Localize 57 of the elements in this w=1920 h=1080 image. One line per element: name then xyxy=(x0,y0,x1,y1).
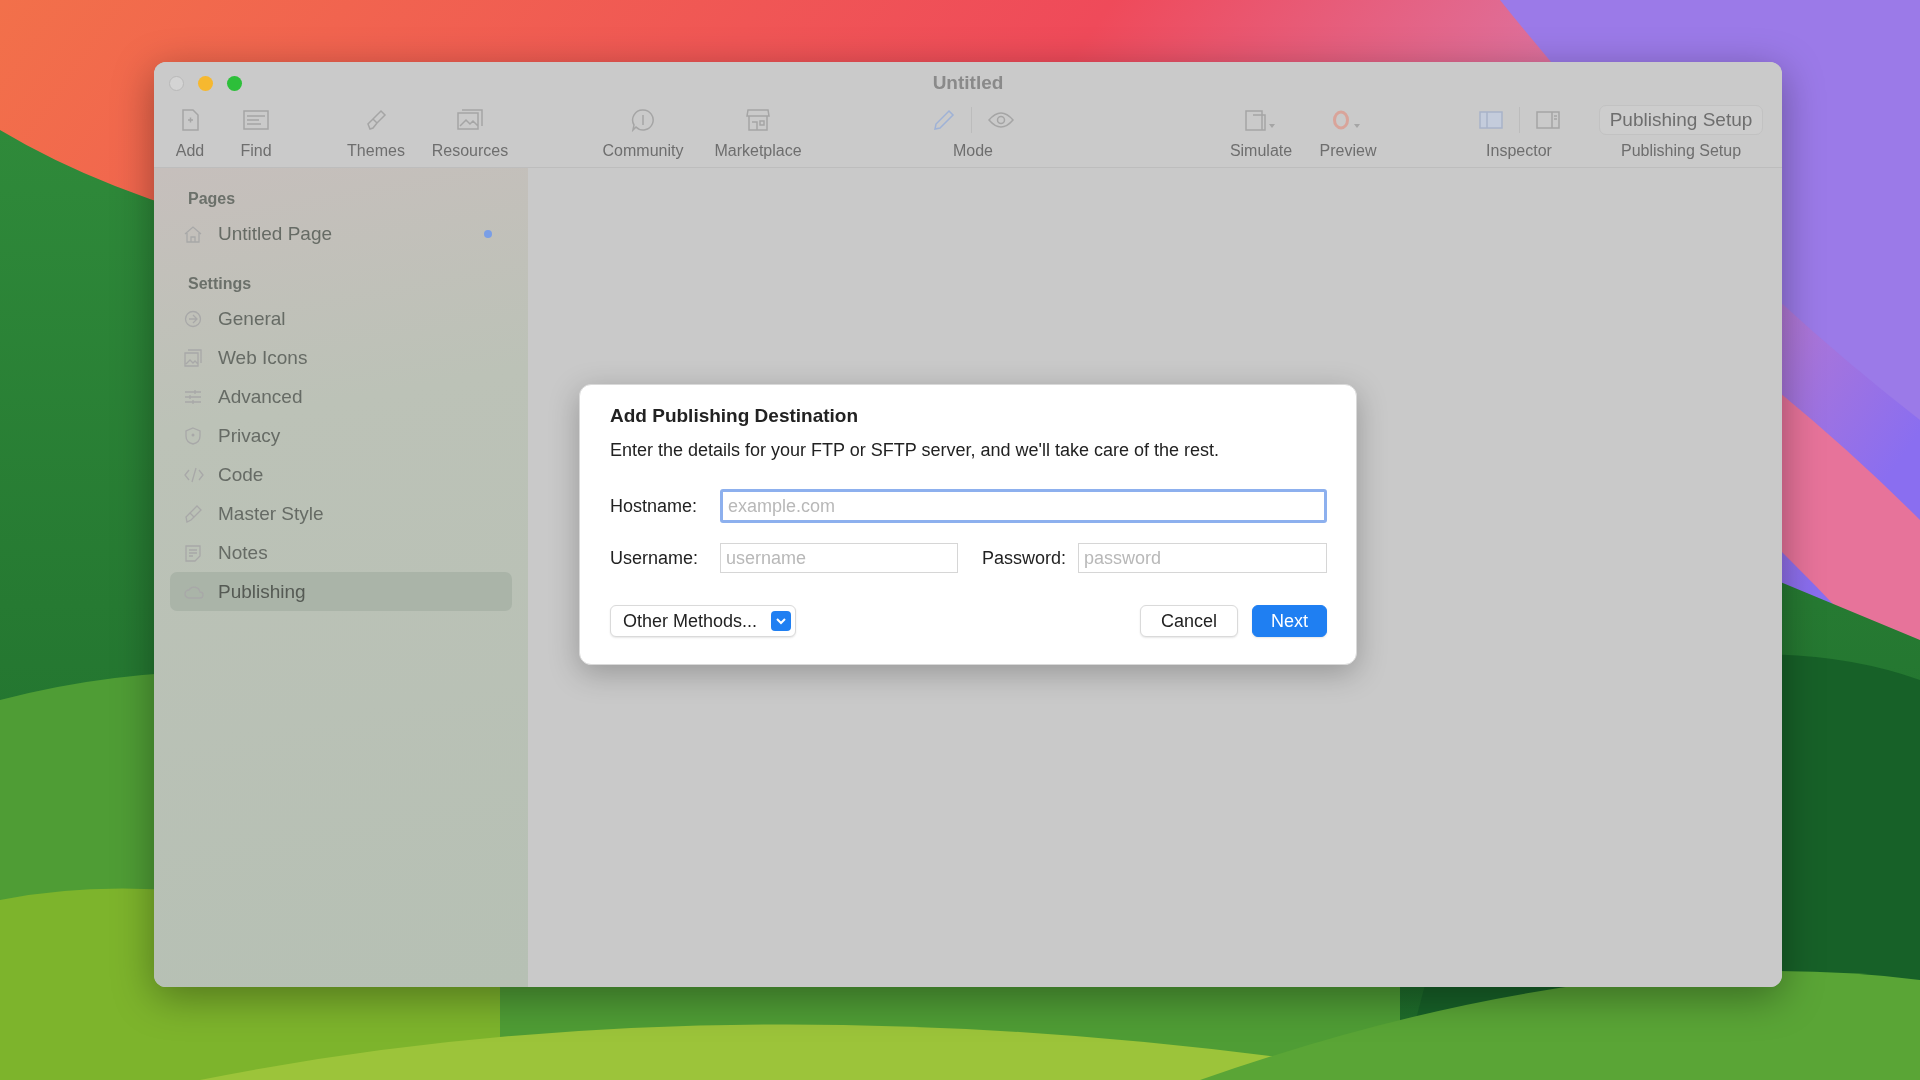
toolbar-label: Themes xyxy=(347,142,405,160)
shield-icon xyxy=(184,426,202,445)
pencil-icon[interactable] xyxy=(932,109,955,131)
image-icon[interactable] xyxy=(457,109,483,131)
toolbar-label: Find xyxy=(240,142,272,160)
sidebar-item[interactable]: Notes xyxy=(170,533,512,572)
chevron-icon xyxy=(771,611,792,631)
find-icon[interactable] xyxy=(243,110,269,130)
left-panel-icon[interactable] xyxy=(1478,111,1503,129)
zoom-button[interactable] xyxy=(227,76,242,91)
store-icon[interactable] xyxy=(746,109,770,131)
dialog-title: Add Publishing Destination xyxy=(610,405,860,427)
field-label: Hostname: xyxy=(610,495,699,517)
toolbar-label: Community xyxy=(602,142,684,160)
next-button[interactable]: Next xyxy=(1252,605,1327,637)
toolbar-label: Resources xyxy=(431,142,509,160)
field-label: Password: xyxy=(982,547,1067,569)
sidebar-item[interactable]: Publishing xyxy=(170,572,512,611)
brush-icon xyxy=(184,504,202,523)
field-label: Username: xyxy=(610,547,700,569)
toolbar-label: Mode xyxy=(953,142,993,160)
note-icon xyxy=(184,543,202,562)
sidebar-item[interactable]: Privacy xyxy=(170,416,512,455)
cancel-button[interactable]: Cancel xyxy=(1139,605,1238,637)
toolbar-label: Marketplace xyxy=(714,142,802,160)
hostname-field[interactable]: example.com xyxy=(720,489,1327,523)
toolbar-label: Inspector xyxy=(1486,142,1552,160)
close-button[interactable] xyxy=(169,76,184,91)
sidebar-item[interactable]: Advanced xyxy=(170,377,512,416)
eye-icon[interactable] xyxy=(987,111,1014,129)
sidebar-item[interactable]: Web Icons xyxy=(170,338,512,377)
add-page-icon[interactable] xyxy=(181,109,199,131)
username-field[interactable]: username xyxy=(720,543,958,573)
brush-icon[interactable] xyxy=(365,109,387,131)
right-panel-icon[interactable] xyxy=(1535,111,1560,129)
dialog-message: Enter the details for your FTP or SFTP server, and we'll take care of the rest. xyxy=(610,440,1221,461)
minimize-button[interactable] xyxy=(198,76,213,91)
sidebar-item[interactable]: General xyxy=(170,299,512,338)
sidebar-item[interactable]: Master Style xyxy=(170,494,512,533)
sidebar-item[interactable]: Code xyxy=(170,455,512,494)
code-icon xyxy=(184,466,204,483)
images-icon xyxy=(184,348,202,367)
toolbar-label: Add xyxy=(175,142,205,160)
publishing-setup-button[interactable]: Publishing Setup xyxy=(1598,105,1764,135)
section-heading: Pages xyxy=(187,189,237,209)
toolbar-label: Preview xyxy=(1319,142,1377,160)
window-title: Untitled xyxy=(932,72,1004,94)
chat-bubble-icon[interactable] xyxy=(631,108,655,132)
toolbar-label: Publishing Setup xyxy=(1620,142,1742,160)
password-field[interactable]: password xyxy=(1078,543,1327,573)
toolbar-label: Simulate xyxy=(1229,142,1293,160)
device-icon[interactable] xyxy=(1245,109,1277,131)
house-icon xyxy=(184,224,202,243)
sliders-icon xyxy=(184,387,202,406)
section-heading: Settings xyxy=(187,274,253,294)
sidebar-item[interactable]: Untitled Page xyxy=(170,214,512,253)
methods-dropdown[interactable]: Other Methods... xyxy=(610,605,797,637)
